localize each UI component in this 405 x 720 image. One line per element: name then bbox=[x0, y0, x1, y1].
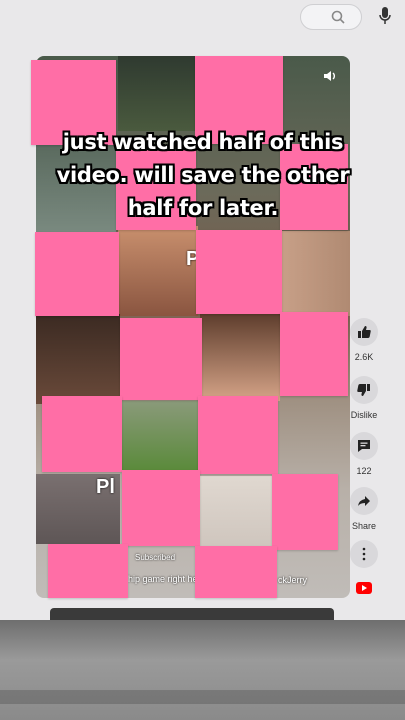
sticky-notes-layer bbox=[0, 0, 405, 620]
laptop-bezel-edge bbox=[50, 608, 334, 620]
sticky-note bbox=[198, 396, 278, 474]
caption-line-3: half for later. bbox=[127, 196, 279, 220]
sticky-note bbox=[48, 544, 128, 598]
caption-line-1: just watched half of this bbox=[62, 130, 344, 154]
sticky-note bbox=[196, 230, 282, 314]
sticky-note bbox=[280, 312, 348, 396]
sticky-note bbox=[120, 318, 202, 400]
sticky-note bbox=[195, 546, 277, 598]
laptop-base-shadow bbox=[0, 690, 405, 704]
caption-line-2: video. will save the other bbox=[56, 163, 350, 187]
sticky-note bbox=[42, 396, 122, 472]
laptop-base bbox=[0, 620, 405, 720]
overlay-caption: just watched half of this video. will sa… bbox=[44, 126, 362, 225]
phone-screen: P Pl Subscribed hip game right he ckJerr… bbox=[0, 0, 405, 620]
sticky-note bbox=[122, 470, 200, 546]
sticky-note bbox=[272, 474, 338, 550]
sticky-note bbox=[35, 232, 119, 316]
